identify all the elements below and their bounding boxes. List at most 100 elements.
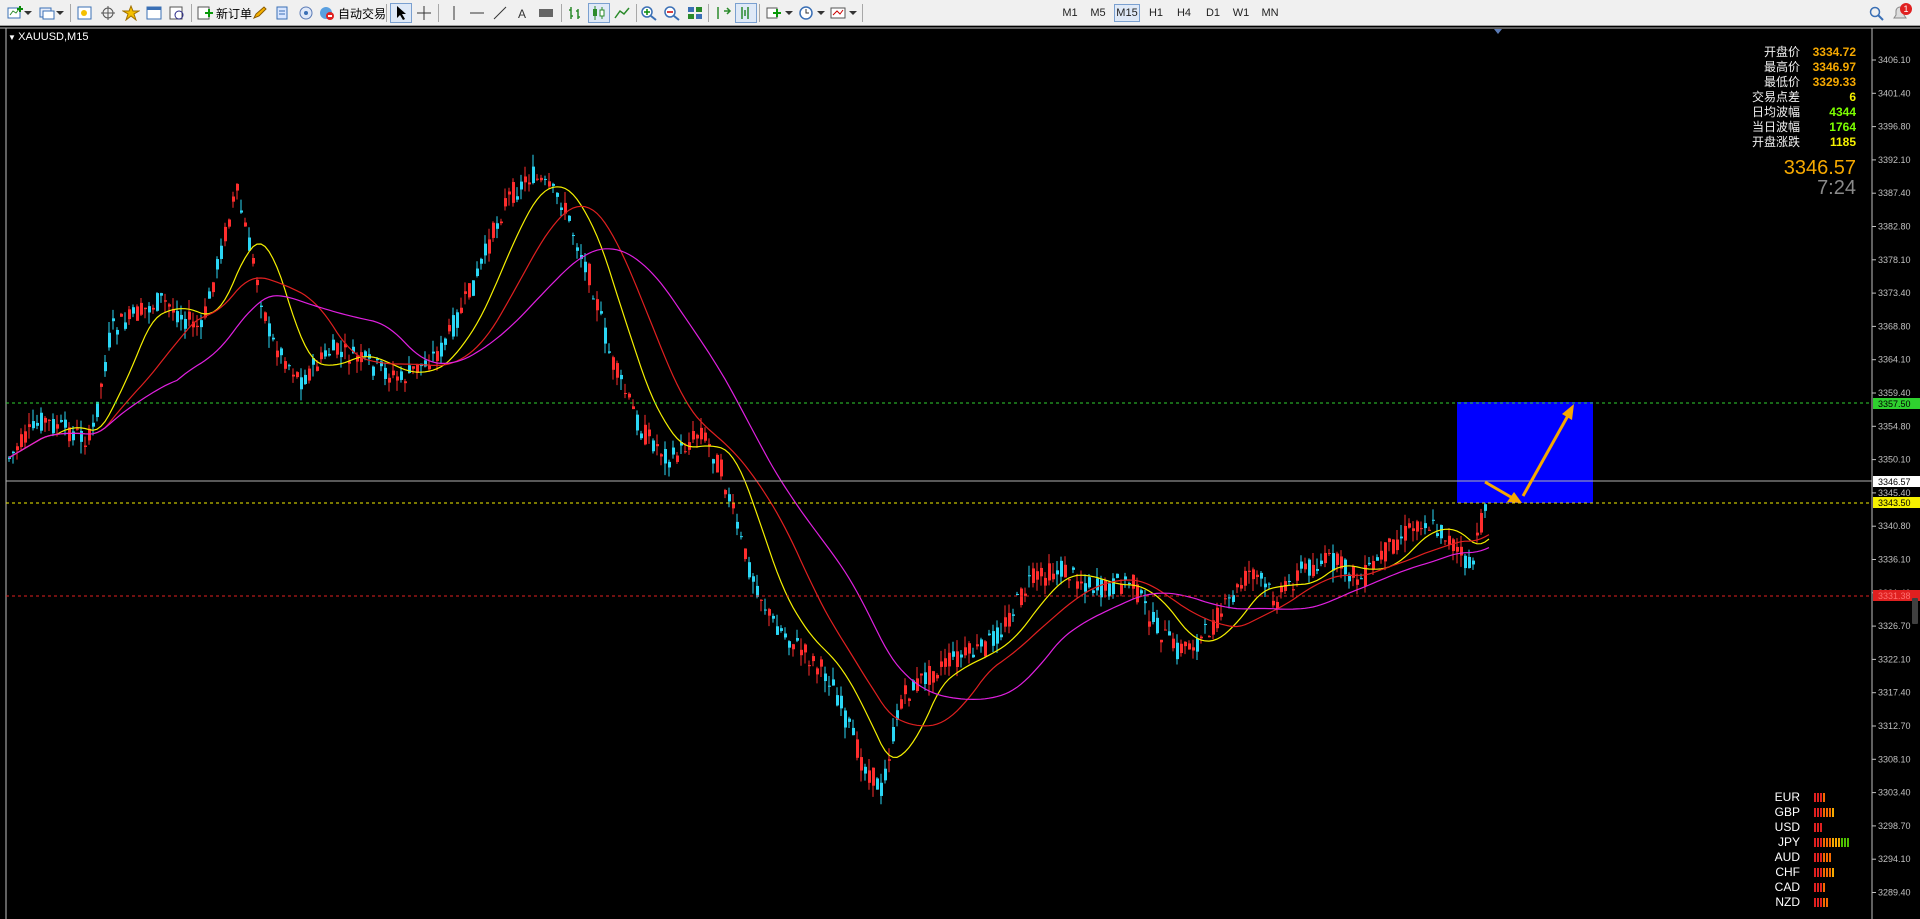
chart-shift-icon[interactable] <box>735 3 757 23</box>
candle-body <box>856 739 859 758</box>
candle-body <box>336 343 339 355</box>
candle-body <box>1172 638 1175 649</box>
auto-trading-button[interactable]: 自动交易 <box>318 3 386 23</box>
candle-body <box>1288 580 1291 583</box>
search-icon[interactable] <box>1866 3 1888 23</box>
candle-body <box>1452 539 1455 552</box>
timeframe-h1-button[interactable]: H1 <box>1143 4 1169 22</box>
candle-body <box>1016 594 1019 596</box>
signals-icon[interactable] <box>295 3 317 23</box>
candle-body <box>244 222 247 227</box>
currency-label: NZD <box>1775 895 1800 909</box>
crosshair-icon[interactable] <box>413 3 435 23</box>
info-label: 开盘价 <box>1763 45 1800 59</box>
candle-body <box>144 307 147 310</box>
timeframe-m5-button[interactable]: M5 <box>1085 4 1111 22</box>
candle-body <box>1108 583 1111 597</box>
candle-body <box>1400 536 1403 539</box>
candle-body <box>568 215 571 221</box>
timeframe-m15-button[interactable]: M15 <box>1114 4 1140 22</box>
candle-body <box>800 649 803 656</box>
candle-body <box>392 370 395 376</box>
candle-body <box>1268 583 1271 585</box>
timeframe-mn-button[interactable]: MN <box>1257 4 1283 22</box>
indicators-icon[interactable] <box>763 3 785 23</box>
candle-body <box>796 638 799 641</box>
candle-body <box>96 401 99 418</box>
text-icon[interactable]: A <box>512 3 534 23</box>
info-value: 3329.33 <box>1812 75 1856 89</box>
candle-body <box>684 451 687 453</box>
favorites-icon[interactable] <box>120 3 142 23</box>
timeframe-m1-button[interactable]: M1 <box>1057 4 1083 22</box>
chevron-down-icon[interactable] <box>54 3 66 23</box>
candle-body <box>372 366 375 376</box>
tile-windows-icon[interactable] <box>684 3 706 23</box>
candle-body <box>972 654 975 658</box>
chevron-down-icon[interactable] <box>815 3 827 23</box>
candle-body <box>1388 538 1391 542</box>
trendline-icon[interactable] <box>489 3 511 23</box>
chevron-down-icon[interactable] <box>847 3 859 23</box>
price-axis-label: 3345.40 <box>1878 488 1911 498</box>
candle-body <box>572 235 575 237</box>
cursor-icon[interactable] <box>390 3 412 23</box>
candle-body <box>284 361 287 369</box>
candle-body <box>272 337 275 340</box>
timeframe-h4-button[interactable]: H4 <box>1171 4 1197 22</box>
candle-body <box>508 191 511 195</box>
svg-text:3343.50: 3343.50 <box>1878 498 1911 508</box>
auto-trading-icon <box>320 7 334 20</box>
tester-icon[interactable] <box>166 3 188 23</box>
candle-body <box>788 641 791 648</box>
chevron-down-icon[interactable] <box>783 3 795 23</box>
candle-body <box>1104 580 1107 591</box>
new-order-button[interactable]: 新订单 <box>196 3 252 23</box>
chevron-down-icon[interactable] <box>22 3 34 23</box>
candle-body <box>320 352 323 360</box>
notifications-icon[interactable]: 1 <box>1890 3 1912 23</box>
vertical-line-icon[interactable] <box>443 3 465 23</box>
candle-body <box>36 422 39 426</box>
candle-body <box>584 261 587 273</box>
text-label-icon[interactable] <box>535 3 557 23</box>
candle-body <box>620 374 623 380</box>
metaeditor-icon[interactable] <box>272 3 294 23</box>
currency-strength-bar <box>1814 883 1825 892</box>
candle-body <box>1200 636 1203 639</box>
timeframe-w1-button[interactable]: W1 <box>1228 4 1254 22</box>
price-axis-label: 3289.40 <box>1878 888 1911 898</box>
candle-body <box>1148 621 1151 627</box>
candle-body <box>500 221 503 224</box>
candle-body <box>1204 623 1207 625</box>
candle-body <box>1076 581 1079 589</box>
candlestick-chart-icon[interactable] <box>588 3 610 23</box>
candle-body <box>1320 560 1323 564</box>
zoom-in-icon[interactable] <box>638 3 660 23</box>
zoom-out-icon[interactable] <box>661 3 683 23</box>
candle-body <box>1012 614 1015 616</box>
terminal-icon[interactable] <box>143 3 165 23</box>
bar-chart-icon[interactable] <box>565 3 587 23</box>
candle-body <box>1404 525 1407 541</box>
periods-icon[interactable] <box>795 3 817 23</box>
candle-body <box>1140 590 1143 594</box>
horizontal-line-icon[interactable] <box>466 3 488 23</box>
auto-scroll-icon[interactable] <box>712 3 734 23</box>
price-chart[interactable]: 3406.10 3401.40 3396.80 3392.10 3387.40 3382.… <box>0 26 1920 919</box>
info-value: 6 <box>1849 90 1856 104</box>
market-watch-icon[interactable] <box>74 3 96 23</box>
currency-label: USD <box>1774 820 1800 834</box>
templates-icon[interactable] <box>827 3 849 23</box>
candle-body <box>44 417 47 423</box>
price-axis-label: 3401.40 <box>1878 88 1911 98</box>
line-chart-icon[interactable] <box>611 3 633 23</box>
candle-body <box>472 280 475 296</box>
candle-body <box>524 176 527 183</box>
timeframe-d1-button[interactable]: D1 <box>1200 4 1226 22</box>
pencil-icon[interactable] <box>249 3 271 23</box>
navigator-icon[interactable] <box>97 3 119 23</box>
candle-body <box>396 376 399 381</box>
candle-body <box>1056 570 1059 575</box>
info-label: 最低价 <box>1763 75 1800 89</box>
